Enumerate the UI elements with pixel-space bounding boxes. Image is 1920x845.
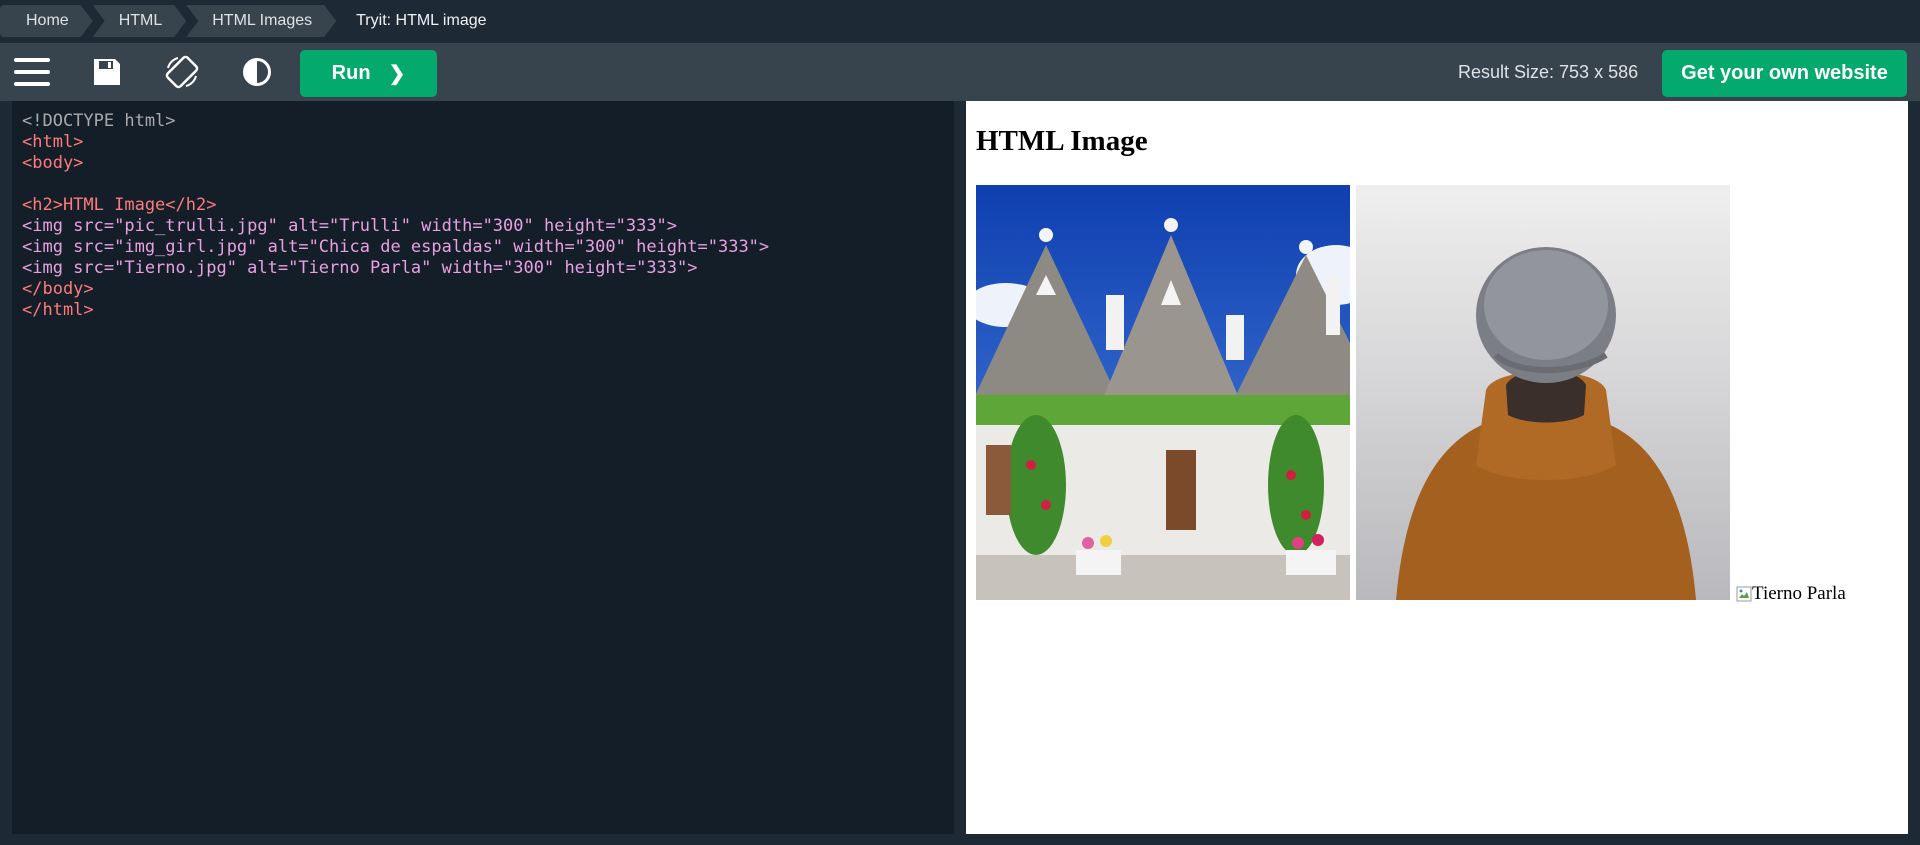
code-line-text: <body>	[22, 153, 84, 173]
breadcrumb-current: Tryit: HTML image	[356, 12, 487, 29]
code-line-text: <h2>HTML Image</h2>	[22, 195, 217, 215]
breadcrumb: Home HTML HTML Images Tryit: HTML image	[0, 5, 511, 37]
broken-image-alt: Tierno Parla	[1752, 583, 1846, 604]
code-line: <img src="pic_trulli.jpg" alt="Trulli" w…	[22, 216, 677, 236]
code-line: <img src="Tierno.jpg" alt="Tierno Parla"…	[22, 258, 698, 278]
broken-image: Tierno Parla	[1736, 583, 1846, 605]
breadcrumb-html[interactable]: HTML	[93, 5, 187, 37]
result-pane: HTML Image Tierno Parla	[966, 101, 1908, 834]
code-line: <img src="img_girl.jpg" alt="Chica de es…	[22, 237, 769, 257]
code-line: <h2>HTML Image</h2>	[22, 195, 216, 215]
save-icon[interactable]	[90, 43, 124, 101]
code-line: <html>	[22, 132, 83, 152]
code-line: </body>	[22, 279, 94, 299]
result-size: Result Size: 753 x 586	[1458, 62, 1639, 82]
panel-divider[interactable]	[954, 101, 966, 834]
run-button[interactable]: Run ❯	[300, 50, 437, 97]
code-editor[interactable]: <!DOCTYPE html> <html> <body> <h2>HTML I…	[12, 101, 954, 834]
rotate-icon[interactable]	[163, 43, 201, 101]
broken-image-icon	[1736, 586, 1752, 602]
contrast-icon[interactable]	[240, 43, 274, 101]
toolbar: Run ❯ Result Size: 753 x 586 Get your ow…	[0, 43, 1920, 101]
chevron-right-icon: ❯	[388, 63, 406, 85]
breadcrumb-home[interactable]: Home	[0, 5, 93, 37]
code-line-text: <img src="pic_trulli.jpg" alt="Trulli" w…	[22, 216, 678, 236]
code-line-text: </html>	[22, 300, 94, 320]
code-line: </html>	[22, 300, 94, 320]
code-text[interactable]: <!DOCTYPE html> <html> <body> <h2>HTML I…	[22, 111, 769, 321]
girl-image	[1356, 185, 1730, 600]
code-line: <body>	[22, 153, 83, 173]
code-line: <!DOCTYPE html>	[22, 111, 176, 131]
code-line-text: <img src="img_girl.jpg" alt="Chica de es…	[22, 237, 770, 257]
result-heading: HTML Image	[976, 125, 1148, 157]
run-label: Run	[331, 62, 371, 84]
code-line-text: <html>	[22, 132, 84, 152]
breadcrumb-html-images[interactable]: HTML Images	[186, 5, 336, 37]
code-line-text: </body>	[22, 279, 94, 299]
breadcrumb-bar: Home HTML HTML Images Tryit: HTML image	[0, 0, 1920, 43]
code-line-text: <img src="Tierno.jpg" alt="Tierno Parla"…	[22, 258, 698, 278]
menu-icon[interactable]	[12, 43, 52, 101]
trulli-image	[976, 185, 1350, 600]
get-your-own-website-button[interactable]: Get your own website	[1662, 50, 1907, 97]
